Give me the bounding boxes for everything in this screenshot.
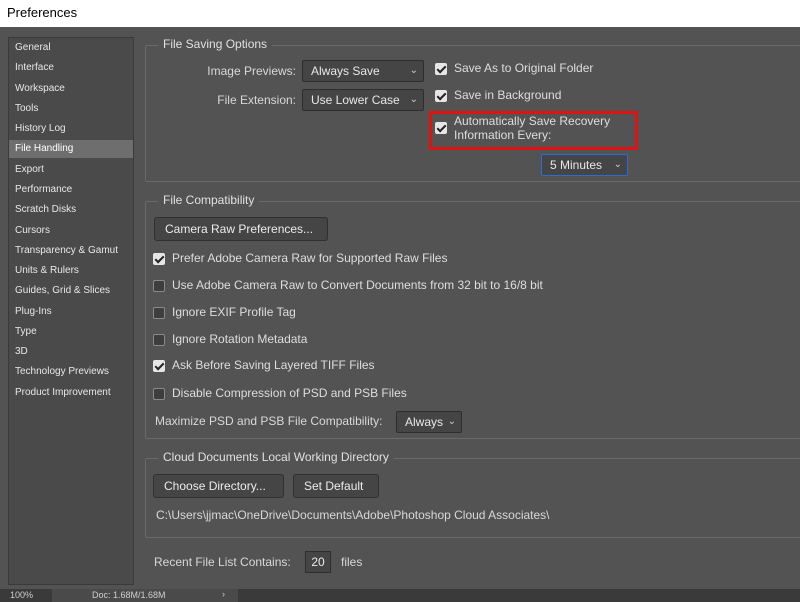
file-compatibility-title: File Compatibility	[158, 193, 260, 207]
sidebar-item-cursors[interactable]: Cursors	[9, 222, 133, 240]
sidebar-item-tools[interactable]: Tools	[9, 100, 133, 118]
auto-save-interval-select[interactable]: 5 Minutes ⌄	[541, 154, 628, 176]
recent-file-list-label: Recent File List Contains:	[154, 555, 291, 569]
chevron-down-icon: ⌄	[409, 65, 418, 76]
auto-save-interval-value: 5 Minutes	[550, 158, 603, 172]
file-extension-label: File Extension:	[217, 93, 296, 107]
sidebar-item-file-handling[interactable]: File Handling	[9, 140, 133, 158]
cloud-documents-title: Cloud Documents Local Working Directory	[158, 450, 394, 464]
ask-layered-tiff-label: Ask Before Saving Layered TIFF Files	[172, 358, 375, 372]
preferences-sidebar: General Interface Workspace Tools Histor…	[8, 37, 134, 585]
sidebar-item-type[interactable]: Type	[9, 323, 133, 341]
maximize-compat-select[interactable]: Always ⌄	[396, 411, 462, 433]
sidebar-item-plug-ins[interactable]: Plug-Ins	[9, 303, 133, 321]
camera-raw-preferences-button[interactable]: Camera Raw Preferences...	[154, 217, 328, 241]
doc-size-info: Doc: 1.68M/1.68M	[92, 590, 166, 600]
disable-compression-label: Disable Compression of PSD and PSB Files	[172, 386, 407, 400]
convert-32bit-checkbox[interactable]	[153, 280, 165, 292]
cloud-documents-group	[145, 458, 800, 538]
choose-directory-button[interactable]: Choose Directory...	[153, 474, 284, 498]
sidebar-item-units-rulers[interactable]: Units & Rulers	[9, 262, 133, 280]
ask-layered-tiff-checkbox[interactable]	[153, 360, 165, 372]
set-default-button[interactable]: Set Default	[293, 474, 379, 498]
sidebar-item-technology-previews[interactable]: Technology Previews	[9, 363, 133, 381]
sidebar-item-history-log[interactable]: History Log	[9, 120, 133, 138]
prefer-camera-raw-label: Prefer Adobe Camera Raw for Supported Ra…	[172, 251, 448, 265]
auto-save-recovery-checkbox[interactable]	[435, 122, 447, 134]
auto-save-recovery-label: Automatically Save Recovery Information …	[454, 114, 610, 142]
save-as-original-folder-label: Save As to Original Folder	[454, 61, 594, 75]
save-in-background-checkbox[interactable]	[435, 90, 447, 102]
auto-save-line-1: Automatically Save Recovery	[454, 114, 611, 128]
cloud-directory-path: C:\Users\jjmac\OneDrive\Documents\Adobe\…	[156, 508, 550, 522]
ignore-exif-label: Ignore EXIF Profile Tag	[172, 305, 296, 319]
sidebar-item-3d[interactable]: 3D	[9, 343, 133, 361]
sidebar-item-product-improvement[interactable]: Product Improvement	[9, 384, 133, 402]
save-in-background-label: Save in Background	[454, 88, 562, 102]
auto-save-line-2: Information Every:	[454, 128, 552, 142]
sidebar-item-scratch-disks[interactable]: Scratch Disks	[9, 201, 133, 219]
sidebar-item-general[interactable]: General	[9, 39, 133, 57]
zoom-level[interactable]: 100%	[10, 590, 33, 600]
sidebar-item-export[interactable]: Export	[9, 161, 133, 179]
sidebar-item-performance[interactable]: Performance	[9, 181, 133, 199]
sidebar-item-transparency-gamut[interactable]: Transparency & Gamut	[9, 242, 133, 260]
sidebar-item-workspace[interactable]: Workspace	[9, 80, 133, 98]
status-bar: 100% Doc: 1.68M/1.68M ›	[0, 589, 800, 602]
chevron-down-icon: ⌄	[447, 416, 456, 427]
ignore-exif-checkbox[interactable]	[153, 307, 165, 319]
ignore-rotation-checkbox[interactable]	[153, 334, 165, 346]
file-extension-value: Use Lower Case	[311, 93, 400, 107]
chevron-down-icon: ⌄	[613, 159, 622, 170]
image-previews-value: Always Save	[311, 64, 380, 78]
chevron-down-icon: ⌄	[409, 94, 418, 105]
ignore-rotation-label: Ignore Rotation Metadata	[172, 332, 308, 346]
maximize-compat-label: Maximize PSD and PSB File Compatibility:	[155, 414, 383, 428]
maximize-compat-value: Always	[405, 415, 444, 429]
file-extension-select[interactable]: Use Lower Case ⌄	[302, 89, 424, 111]
recent-file-unit-label: files	[341, 555, 363, 569]
file-saving-options-title: File Saving Options	[158, 37, 273, 51]
status-menu-arrow-icon[interactable]: ›	[222, 589, 225, 599]
save-as-original-folder-checkbox[interactable]	[435, 63, 447, 75]
convert-32bit-label: Use Adobe Camera Raw to Convert Document…	[172, 278, 543, 292]
prefer-camera-raw-checkbox[interactable]	[153, 253, 165, 265]
sidebar-item-guides-grid-slices[interactable]: Guides, Grid & Slices	[9, 282, 133, 300]
title-bar: Preferences	[0, 0, 800, 27]
image-previews-select[interactable]: Always Save ⌄	[302, 60, 424, 82]
sidebar-item-interface[interactable]: Interface	[9, 59, 133, 77]
window-title: Preferences	[7, 5, 78, 20]
recent-file-count-input[interactable]: 20	[305, 551, 331, 573]
image-previews-label: Image Previews:	[207, 64, 296, 78]
disable-compression-checkbox[interactable]	[153, 388, 165, 400]
